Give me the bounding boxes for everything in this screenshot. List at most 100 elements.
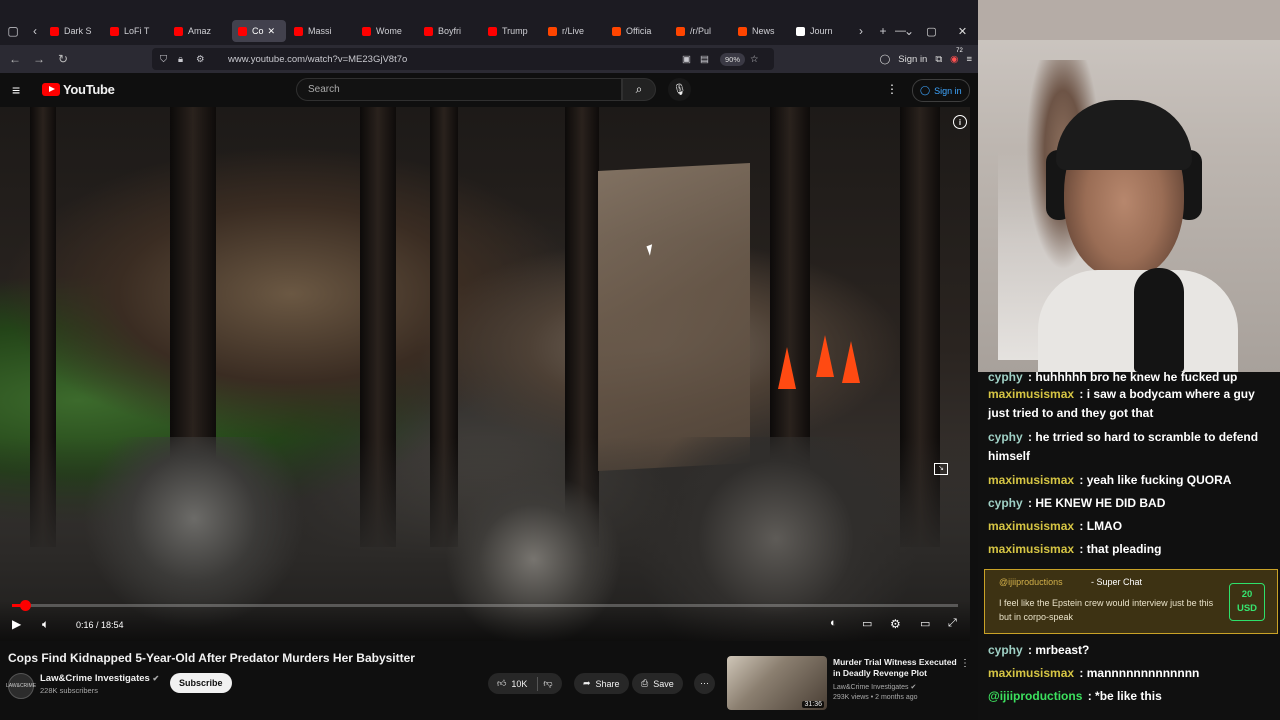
browser-sign-in[interactable]: Sign in <box>898 54 927 65</box>
tab-12[interactable]: Journ <box>790 20 850 42</box>
zoom-level[interactable]: 90% <box>720 53 746 66</box>
recommended-more-icon[interactable]: ⋮ <box>960 658 970 669</box>
tab-scroll-right-icon[interactable]: › <box>852 17 870 45</box>
page-action-icon[interactable]: ▣ <box>682 54 691 65</box>
chat-username[interactable]: cyphy <box>988 643 1023 657</box>
chat-username[interactable]: maximusismax <box>988 473 1074 487</box>
share-button[interactable]: ➦ Share <box>574 673 629 694</box>
close-window-icon[interactable]: ✕ <box>947 17 978 45</box>
chat-username[interactable]: maximusismax <box>988 542 1074 556</box>
chat-message: maximusismax : LMAO <box>988 517 1276 536</box>
recommended-meta: 293K views • 2 months ago <box>833 694 918 701</box>
youtube-logo[interactable]: YouTube <box>42 82 115 97</box>
progress-bar[interactable] <box>12 600 958 611</box>
chat-message: maximusismax : that pleading <box>988 540 1276 559</box>
tab-overview-icon[interactable]: ▢ <box>0 17 26 45</box>
video-player[interactable]: i ↘ ▶ 🔈︎ 0:16 / 18:54 ◐ ▭ ⚙ ▭ ⤢ <box>0 107 970 641</box>
reader-icon[interactable]: ▤ <box>700 54 709 65</box>
extensions-icon[interactable]: ⧉ <box>935 54 942 65</box>
autoplay-toggle-icon[interactable]: ◐ <box>830 617 837 629</box>
close-tab-icon[interactable]: ✕ <box>268 26 276 37</box>
theater-mode-icon[interactable]: ▭ <box>920 617 930 630</box>
tab-2[interactable]: Amaz <box>168 20 230 42</box>
channel-name-text[interactable]: Law&Crime Investigates <box>40 673 150 684</box>
tab-favicon-icon <box>294 26 303 36</box>
back-icon[interactable]: ← <box>3 47 27 71</box>
thumbs-down-icon[interactable]: 👎︎ <box>543 678 552 689</box>
youtube-sign-in-button[interactable]: ◯ Sign in <box>912 79 970 102</box>
fullscreen-icon[interactable]: ⤢ <box>948 617 957 630</box>
chat-username[interactable]: cyphy <box>988 372 1023 384</box>
verified-icon: ✔ <box>152 674 160 683</box>
tab-scroll-left-icon[interactable]: ‹ <box>26 17 44 45</box>
chat-username[interactable]: maximusismax <box>988 519 1074 533</box>
maximize-icon[interactable]: ▢ <box>916 17 947 45</box>
tab-list: Dark S LoFi T Amaz Co ✕ Massi Wome Boyfri Trump r… <box>44 20 852 42</box>
info-icon[interactable]: i <box>953 115 967 129</box>
more-actions-button[interactable]: ⋯ <box>694 673 715 694</box>
permissions-icon[interactable]: ⚙ <box>196 54 205 65</box>
tab-1[interactable]: LoFi T <box>104 20 166 42</box>
window-controls: — ▢ ✕ <box>885 17 978 45</box>
address-bar[interactable]: ⛉ 🔒︎ ⚙ www.youtube.com/watch?v=ME23GjV8t… <box>152 48 774 70</box>
app-menu-icon[interactable]: ≡ <box>966 54 972 65</box>
chat-message: maximusismax : mannnnnnnnnnnnn <box>988 664 1276 683</box>
shield-icon[interactable]: ⛉ <box>160 54 167 65</box>
hamburger-menu-icon[interactable]: ≡ <box>12 82 20 98</box>
chat-text: LMAO <box>1086 519 1123 533</box>
play-icon[interactable]: ▶ <box>12 617 21 631</box>
chat-username[interactable]: cyphy <box>988 496 1023 510</box>
search-button[interactable]: ⌕ <box>622 78 656 101</box>
tab-8[interactable]: r/Live <box>542 20 604 42</box>
addon-icon[interactable]: ◉ 72 <box>950 48 963 65</box>
tab-5[interactable]: Wome <box>356 20 416 42</box>
chat-separator: : <box>1076 519 1087 533</box>
settings-gear-icon[interactable]: ⚙ <box>890 617 901 631</box>
tab-10[interactable]: /r/Pul <box>670 20 730 42</box>
microphone-icon: 🎙︎ <box>672 84 687 96</box>
bookmark-star-icon[interactable]: ☆ <box>750 54 759 65</box>
captions-icon[interactable]: ▭ <box>862 617 872 630</box>
subscribe-button[interactable]: Subscribe <box>170 673 232 693</box>
lock-icon[interactable]: 🔒︎ <box>178 54 183 65</box>
chat-text: *be like this <box>1095 689 1162 703</box>
tab-6[interactable]: Boyfri <box>418 20 480 42</box>
account-icon[interactable]: ◯ <box>880 54 891 65</box>
chat-message: @ijiiproductions : *be like this <box>988 687 1276 706</box>
miniplayer-overlay-icon[interactable]: ↘ <box>934 463 948 475</box>
chat-username[interactable]: maximusismax <box>988 666 1074 680</box>
super-chat-label: - Super Chat <box>1091 577 1143 587</box>
reload-icon[interactable]: ↻ <box>51 47 75 71</box>
tab-label: LoFi T <box>124 26 150 36</box>
super-chat-text: I feel like the Epstein crew would inter… <box>999 598 1214 622</box>
tab-7[interactable]: Trump <box>482 20 540 42</box>
channel-name[interactable]: Law&Crime Investigates ✔ <box>40 673 159 684</box>
voice-search-button[interactable]: 🎙︎ <box>668 78 691 101</box>
settings-more-icon[interactable]: ⋮ <box>886 82 898 96</box>
like-button[interactable]: 👍︎ 10K 👎︎ <box>488 673 562 694</box>
chat-username[interactable]: cyphy <box>988 430 1023 444</box>
tab-11[interactable]: News <box>732 20 788 42</box>
chat-username[interactable]: maximusismax <box>988 387 1074 401</box>
bookmark-icon: ⎙ <box>641 678 649 688</box>
chat-message: maximusismax : yeah like fucking QUORA <box>988 471 1276 490</box>
save-button[interactable]: ⎙ Save <box>632 673 683 694</box>
recommended-thumbnail[interactable]: 31:36 <box>727 656 827 710</box>
traffic-cone <box>816 335 834 377</box>
channel-avatar[interactable]: LAW&CRIME <box>6 673 36 699</box>
chat-separator: : <box>1024 430 1036 444</box>
recommended-title[interactable]: Murder Trial Witness Executed in Deadly … <box>833 657 958 679</box>
tab-4[interactable]: Massi <box>288 20 354 42</box>
chat-username[interactable]: @ijiiproductions <box>988 689 1082 703</box>
tab-0[interactable]: Dark S <box>44 20 102 42</box>
streamer-webcam <box>978 0 1280 372</box>
tab-3[interactable]: Co ✕ <box>232 20 286 42</box>
url-text[interactable]: www.youtube.com/watch?v=ME23GjV8t7o <box>228 54 407 65</box>
forward-icon[interactable]: → <box>27 47 51 71</box>
tab-label: Officia <box>626 26 652 36</box>
volume-icon[interactable]: 🔈︎ <box>42 617 49 632</box>
super-chat-user: @ijiiproductions <box>999 577 1063 587</box>
search-input[interactable]: Search <box>296 78 622 101</box>
tab-9[interactable]: Officia <box>606 20 668 42</box>
minimize-icon[interactable]: — <box>885 17 916 45</box>
